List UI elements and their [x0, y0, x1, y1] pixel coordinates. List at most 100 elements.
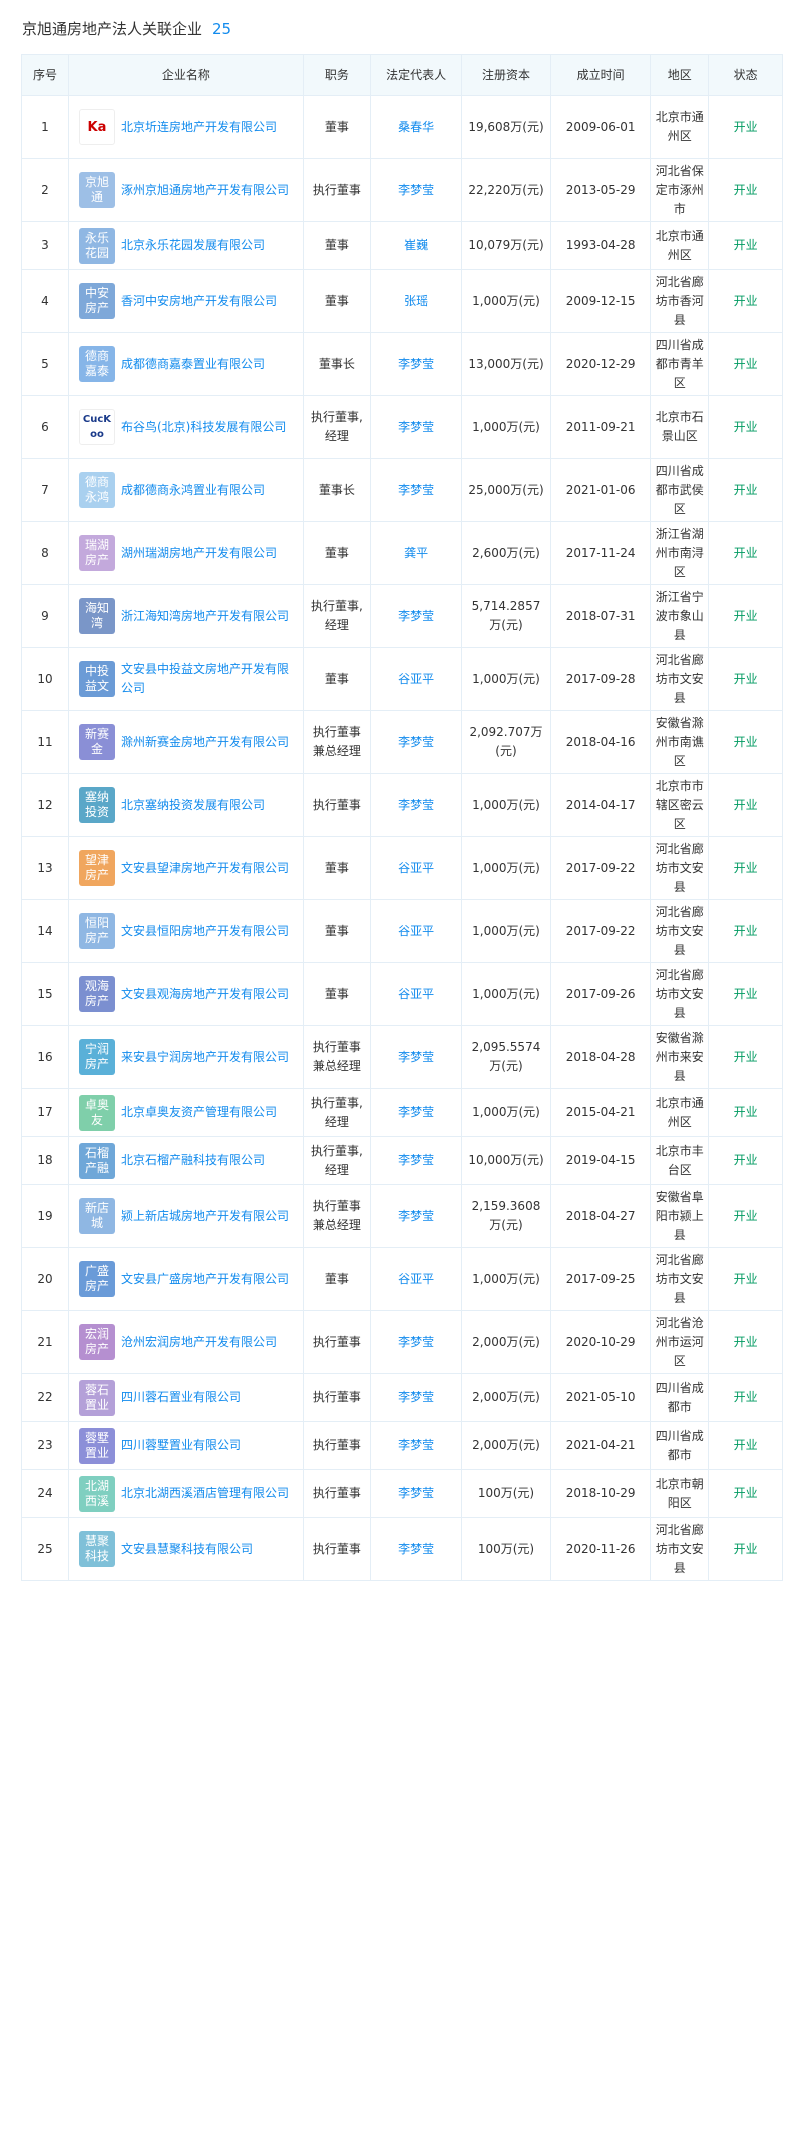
company-name-link[interactable]: 成都德商嘉泰置业有限公司: [121, 355, 265, 374]
company-name-link[interactable]: 香河中安房地产开发有限公司: [121, 292, 277, 311]
founded-date-cell: 2017-09-22: [549, 899, 652, 963]
company-name-link[interactable]: 四川蓉石置业有限公司: [121, 1388, 241, 1407]
legal-rep-link[interactable]: 李梦莹: [369, 773, 463, 837]
company-name-link[interactable]: 文安县望津房地产开发有限公司: [121, 859, 289, 878]
status-cell: 开业: [708, 773, 783, 837]
founded-date-cell: 2014-04-17: [549, 773, 652, 837]
legal-rep-link[interactable]: 李梦莹: [369, 1088, 463, 1137]
company-name-link[interactable]: 滁州新赛金房地产开发有限公司: [121, 733, 289, 752]
company-name-link[interactable]: 北京北湖西溪酒店管理有限公司: [121, 1484, 289, 1503]
status-cell: 开业: [708, 158, 783, 222]
company-name-link[interactable]: 北京石榴产融科技有限公司: [121, 1151, 265, 1170]
region-cell: 北京市通州区: [650, 221, 710, 270]
region-cell: 四川省成都市武侯区: [650, 458, 710, 522]
role-cell: 董事: [302, 647, 371, 711]
company-name-link[interactable]: 文安县恒阳房地产开发有限公司: [121, 922, 289, 941]
legal-rep-link[interactable]: 谷亚平: [369, 1247, 463, 1311]
company-name-link[interactable]: 来安县宁润房地产开发有限公司: [121, 1048, 289, 1067]
row-index: 8: [21, 521, 69, 585]
status-cell: 开业: [708, 221, 783, 270]
region-cell: 北京市石景山区: [650, 395, 710, 459]
company-name-link[interactable]: 涿州京旭通房地产开发有限公司: [121, 181, 289, 200]
company-cell: 瑞湖房产 湖州瑞湖房地产开发有限公司: [67, 521, 304, 585]
region-cell: 河北省保定市涿州市: [650, 158, 710, 222]
row-index: 6: [21, 395, 69, 459]
company-name-link[interactable]: 北京塞纳投资发展有限公司: [121, 796, 265, 815]
capital-cell: 1,000万(元): [461, 1088, 551, 1137]
company-logo: 广盛房产: [78, 1261, 115, 1297]
role-cell: 执行董事兼总经理: [302, 710, 371, 774]
legal-rep-link[interactable]: 谷亚平: [369, 899, 463, 963]
capital-cell: 2,095.5574万(元): [461, 1025, 551, 1089]
legal-rep-link[interactable]: 李梦莹: [369, 458, 463, 522]
row-index: 25: [21, 1517, 69, 1581]
region-cell: 北京市市辖区密云区: [650, 773, 710, 837]
company-name-link[interactable]: 北京卓奥友资产管理有限公司: [121, 1103, 277, 1122]
company-name-link[interactable]: 颍上新店城房地产开发有限公司: [121, 1207, 289, 1226]
company-name-link[interactable]: 湖州瑞湖房地产开发有限公司: [121, 544, 277, 563]
founded-date-cell: 2018-04-28: [549, 1025, 652, 1089]
role-cell: 董事: [302, 899, 371, 963]
role-cell: 董事: [302, 221, 371, 270]
table-row: 13 望津房产 文安县望津房地产开发有限公司 董事 谷亚平 1,000万(元) 2017-0…: [21, 836, 783, 900]
table-row: 18 石榴产融 北京石榴产融科技有限公司 执行董事,经理 李梦莹 10,000万(元) 20…: [21, 1136, 783, 1185]
company-name-link[interactable]: 布谷鸟(北京)科技发展有限公司: [121, 418, 286, 437]
legal-rep-link[interactable]: 李梦莹: [369, 395, 463, 459]
company-cell: 观海房产 文安县观海房地产开发有限公司: [67, 962, 304, 1026]
founded-date-cell: 2020-10-29: [549, 1310, 652, 1374]
legal-rep-link[interactable]: 李梦莹: [369, 1469, 463, 1518]
table-row: 1 Ka 北京圻连房地产开发有限公司 董事 桑春华 19,608万(元) 2009-06-0…: [21, 95, 783, 159]
company-logo: 德商永鸿: [78, 472, 115, 508]
company-logo: 新店城: [78, 1198, 115, 1234]
legal-rep-link[interactable]: 李梦莹: [369, 710, 463, 774]
row-index: 5: [21, 332, 69, 396]
table-row: 8 瑞湖房产 湖州瑞湖房地产开发有限公司 董事 龚平 2,600万(元) 2017-11-2…: [21, 521, 783, 585]
capital-cell: 1,000万(元): [461, 269, 551, 333]
table-row: 2 京旭通 涿州京旭通房地产开发有限公司 执行董事 李梦莹 22,220万(元) 2013-…: [21, 158, 783, 222]
capital-cell: 10,000万(元): [461, 1136, 551, 1185]
legal-rep-link[interactable]: 张瑶: [369, 269, 463, 333]
company-logo: 瑞湖房产: [78, 535, 115, 571]
company-name-link[interactable]: 成都德商永鸿置业有限公司: [121, 481, 265, 500]
role-cell: 执行董事: [302, 1469, 371, 1518]
company-name-link[interactable]: 四川蓉墅置业有限公司: [121, 1436, 241, 1455]
legal-rep-link[interactable]: 李梦莹: [369, 1184, 463, 1248]
row-index: 13: [21, 836, 69, 900]
legal-rep-link[interactable]: 谷亚平: [369, 647, 463, 711]
region-cell: 北京市朝阳区: [650, 1469, 710, 1518]
capital-cell: 2,000万(元): [461, 1310, 551, 1374]
legal-rep-link[interactable]: 李梦莹: [369, 1025, 463, 1089]
company-name-link[interactable]: 沧州宏润房地产开发有限公司: [121, 1333, 277, 1352]
company-logo: Ka: [78, 109, 115, 145]
legal-rep-link[interactable]: 李梦莹: [369, 584, 463, 648]
legal-rep-link[interactable]: 李梦莹: [369, 1517, 463, 1581]
legal-rep-link[interactable]: 李梦莹: [369, 1310, 463, 1374]
company-name-link[interactable]: 北京永乐花园发展有限公司: [121, 236, 265, 255]
founded-date-cell: 2009-06-01: [549, 95, 652, 159]
role-cell: 董事长: [302, 458, 371, 522]
company-name-link[interactable]: 北京圻连房地产开发有限公司: [121, 118, 277, 137]
row-index: 17: [21, 1088, 69, 1137]
legal-rep-link[interactable]: 龚平: [369, 521, 463, 585]
legal-rep-link[interactable]: 崔巍: [369, 221, 463, 270]
company-cell: 新店城 颍上新店城房地产开发有限公司: [67, 1184, 304, 1248]
company-cell: 广盛房产 文安县广盛房地产开发有限公司: [67, 1247, 304, 1311]
company-cell: 卓奥友 北京卓奥友资产管理有限公司: [67, 1088, 304, 1137]
company-name-link[interactable]: 文安县广盛房地产开发有限公司: [121, 1270, 289, 1289]
company-logo: 蓉石置业: [78, 1379, 115, 1416]
company-name-link[interactable]: 浙江海知湾房地产开发有限公司: [121, 607, 289, 626]
capital-cell: 19,608万(元): [461, 95, 551, 159]
legal-rep-link[interactable]: 谷亚平: [369, 836, 463, 900]
legal-rep-link[interactable]: 李梦莹: [369, 1373, 463, 1422]
role-cell: 执行董事,经理: [302, 1088, 371, 1137]
legal-rep-link[interactable]: 李梦莹: [369, 1136, 463, 1185]
company-name-link[interactable]: 文安县慧聚科技有限公司: [121, 1540, 253, 1559]
company-name-link[interactable]: 文安县观海房地产开发有限公司: [121, 985, 289, 1004]
legal-rep-link[interactable]: 李梦莹: [369, 332, 463, 396]
legal-rep-link[interactable]: 李梦莹: [369, 158, 463, 222]
table-row: 5 德商嘉泰 成都德商嘉泰置业有限公司 董事长 李梦莹 13,000万(元) 2020-12…: [21, 332, 783, 396]
company-name-link[interactable]: 文安县中投益文房地产开发有限公司: [121, 660, 299, 698]
legal-rep-link[interactable]: 桑春华: [369, 95, 463, 159]
legal-rep-link[interactable]: 谷亚平: [369, 962, 463, 1026]
legal-rep-link[interactable]: 李梦莹: [369, 1421, 463, 1470]
